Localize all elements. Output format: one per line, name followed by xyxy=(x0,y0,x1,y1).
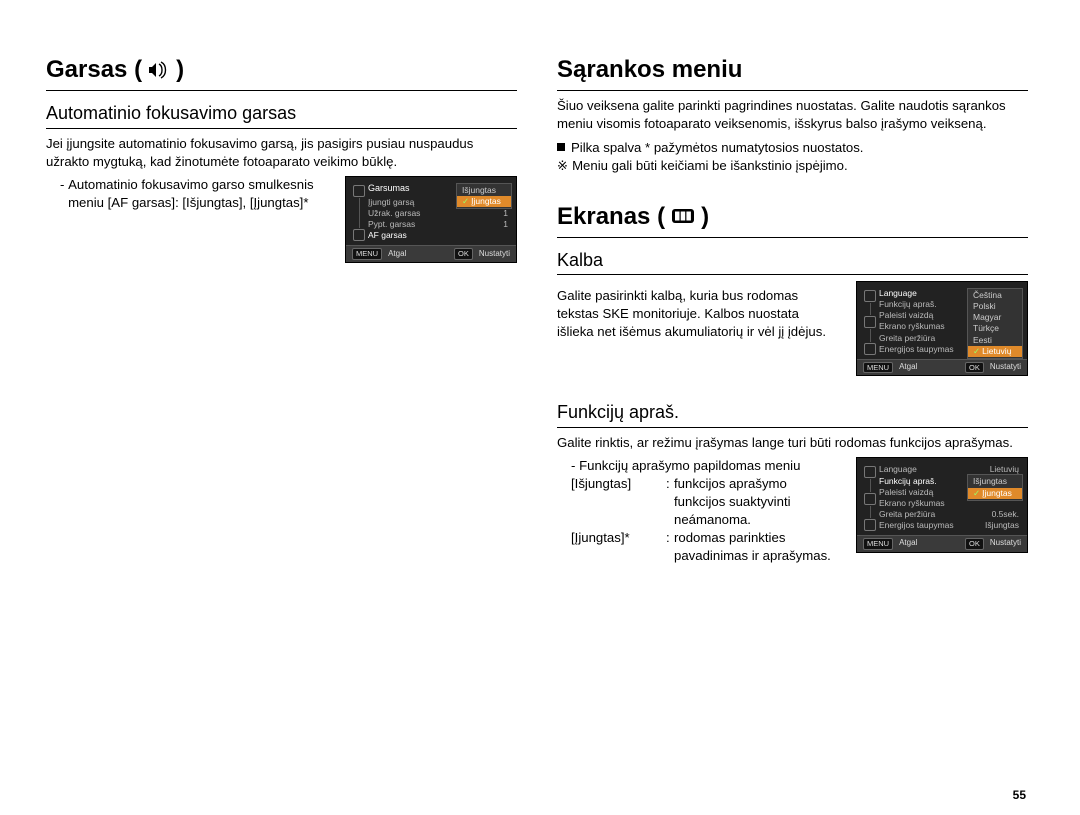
opt-ijungtas: [Įjungtas]*:rodomas parinkties pavadinim… xyxy=(571,529,838,565)
set-label: Nustatyti xyxy=(479,249,510,259)
heading-ekranas-text: Ekranas ( xyxy=(557,201,665,233)
ss2-popup: ČeštinaPolskiMagyarTürkçeEestiLietuvių xyxy=(967,288,1023,358)
heading-ekranas: Ekranas ( ) xyxy=(557,201,1028,238)
menu-row: Pypt. garsas1 xyxy=(366,219,510,230)
menu-row: AF garsas xyxy=(366,230,510,241)
opt-isjungtas: [Išjungtas]:funkcijos aprašymo funkcijos… xyxy=(571,475,838,528)
popup-option: Eesti xyxy=(968,335,1022,346)
settings-tab-icon xyxy=(864,519,876,531)
heading-ekranas-close: ) xyxy=(701,201,709,233)
funkciju-para: Galite rinktis, ar režimu įrašymas lange… xyxy=(557,434,1028,452)
menu-row: Energijos taupymasIšjungtas xyxy=(877,520,1021,531)
popup-option: Išjungtas xyxy=(968,476,1022,487)
sound-tab-icon xyxy=(864,290,876,302)
screenshot-funkciju: LanguageLietuviųFunkcijų apraš.Paleisti … xyxy=(856,457,1028,552)
ss3-footer: MENU Atgal OK Nustatyti xyxy=(857,535,1027,552)
menu-button-icon: MENU xyxy=(863,538,893,550)
screenshot-af-garsas: GarsumasVidutinis Įjungti garsąĮjungtasU… xyxy=(345,176,517,263)
settings-tab-icon xyxy=(864,343,876,355)
heading-garsas: Garsas ( ) xyxy=(46,54,517,91)
popup-option: Türkçe xyxy=(968,323,1022,334)
af-sound-subitem: Automatinio fokusavimo garso smulkesnis … xyxy=(60,176,327,212)
page-number: 55 xyxy=(1013,787,1026,803)
popup-option: Įjungtas xyxy=(457,196,511,207)
heading-text: Garsas ( xyxy=(46,54,142,86)
popup-option: Čeština xyxy=(968,290,1022,301)
ss1-footer: MENU Atgal OK Nustatyti xyxy=(346,245,516,262)
screenshot-language: LanguageFunkcijų apraš.Paleisti vaizdąEk… xyxy=(856,281,1028,376)
kalba-para: Galite pasirinkti kalbą, kuria bus rodom… xyxy=(557,287,838,340)
ok-button-icon: OK xyxy=(965,362,984,374)
heading-close: ) xyxy=(176,54,184,86)
back-label: Atgal xyxy=(388,249,406,259)
display-tab-icon xyxy=(864,316,876,328)
heading-sarankos: Sąrankos meniu xyxy=(557,54,1028,91)
subheading-kalba: Kalba xyxy=(557,248,1028,275)
popup-option: Išjungtas xyxy=(457,185,511,196)
sarankos-para: Šiuo veiksena galite parinkti pagrindine… xyxy=(557,97,1028,133)
funkciju-subitem: Funkcijų aprašymo papildomas meniu xyxy=(571,457,838,475)
display-tab-icon xyxy=(864,493,876,505)
popup-option: Polski xyxy=(968,301,1022,312)
display-tab-icon xyxy=(353,229,365,241)
back-label: Atgal xyxy=(899,362,917,372)
square-bullet-icon xyxy=(557,143,565,151)
back-label: Atgal xyxy=(899,538,917,548)
subheading-af-sound: Automatinio fokusavimo garsas xyxy=(46,101,517,128)
speaker-icon xyxy=(148,60,170,80)
ss3-popup: IšjungtasĮjungtas xyxy=(967,474,1023,500)
menu-row: Greita peržiūra0.5sek. xyxy=(877,509,1021,520)
default-note: Pilka spalva * pažymėtos numatytosios nu… xyxy=(557,139,1028,157)
sound-tab-icon xyxy=(864,466,876,478)
menu-row: Užrak. garsas1 xyxy=(366,208,510,219)
right-column: Sąrankos meniu Šiuo veiksena galite pari… xyxy=(557,54,1028,805)
ok-button-icon: OK xyxy=(454,248,473,260)
menu-button-icon: MENU xyxy=(863,362,893,374)
set-label: Nustatyti xyxy=(990,362,1021,372)
ok-button-icon: OK xyxy=(965,538,984,550)
popup-option: Įjungtas xyxy=(968,488,1022,499)
popup-option: Magyar xyxy=(968,312,1022,323)
ss1-popup: IšjungtasĮjungtas xyxy=(456,183,512,209)
popup-option: Lietuvių xyxy=(968,346,1022,357)
left-column: Garsas ( ) Automatinio fokusavimo garsas… xyxy=(46,54,517,805)
change-note: ※Meniu gali būti keičiami be išankstinio… xyxy=(557,157,1028,175)
sound-tab-icon xyxy=(353,185,365,197)
af-sound-para: Jei įjungsite automatinio fokusavimo gar… xyxy=(46,135,517,171)
set-label: Nustatyti xyxy=(990,538,1021,548)
ss2-footer: MENU Atgal OK Nustatyti xyxy=(857,359,1027,376)
reference-mark-icon: ※ xyxy=(557,157,568,175)
ss1-title: Garsumas xyxy=(368,183,410,195)
subheading-funkciju: Funkcijų apraš. xyxy=(557,400,1028,427)
display-icon xyxy=(671,208,695,226)
menu-button-icon: MENU xyxy=(352,248,382,260)
